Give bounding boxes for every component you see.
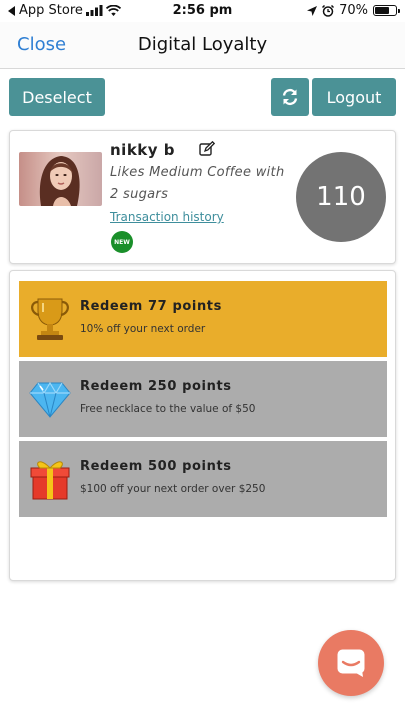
- status-right: 70%: [307, 3, 400, 18]
- battery-level: [375, 7, 389, 14]
- transaction-history-link[interactable]: Transaction history: [110, 210, 224, 224]
- reward-item[interactable]: Redeem 77 points 10% off your next order: [19, 281, 387, 357]
- nav-bar: Close Digital Loyalty: [0, 22, 405, 69]
- avatar: [19, 152, 102, 206]
- reward-title: Redeem 500 points: [80, 459, 232, 474]
- reward-description: $100 off your next order over $250: [80, 483, 266, 495]
- user-preference: Likes Medium Coffee with 2 sugars: [110, 165, 285, 202]
- battery-icon: [373, 5, 400, 16]
- battery-percent: 70%: [339, 3, 368, 18]
- diamond-icon: [29, 381, 71, 418]
- chat-icon: [337, 649, 365, 677]
- page-title: Digital Loyalty: [137, 34, 268, 55]
- refresh-icon: [282, 88, 298, 106]
- trophy-icon: [31, 298, 69, 340]
- alarm-icon: [322, 4, 335, 17]
- reward-description: 10% off your next order: [80, 323, 206, 335]
- reward-title: Redeem 77 points: [80, 299, 222, 314]
- new-badge: NEW: [111, 231, 133, 253]
- reward-item[interactable]: Redeem 500 points $100 off your next ord…: [19, 441, 387, 517]
- reward-title: Redeem 250 points: [80, 379, 232, 394]
- logout-button[interactable]: Logout: [312, 78, 396, 116]
- edit-icon[interactable]: [199, 141, 215, 157]
- rewards-card: Redeem 77 points 10% off your next order…: [9, 270, 396, 581]
- chat-button[interactable]: [318, 630, 384, 696]
- location-icon: [307, 5, 318, 16]
- points-balance: 110: [296, 152, 386, 242]
- profile-card: nikky b Likes Medium Coffee with 2 sugar…: [9, 130, 396, 264]
- user-name: nikky b: [110, 141, 176, 159]
- status-bar: App Store 2:56 pm 70%: [0, 0, 405, 22]
- reward-item[interactable]: Redeem 250 points Free necklace to the v…: [19, 361, 387, 437]
- gift-icon: [30, 461, 70, 500]
- refresh-button[interactable]: [271, 78, 309, 116]
- reward-description: Free necklace to the value of $50: [80, 403, 256, 415]
- deselect-button[interactable]: Deselect: [9, 78, 105, 116]
